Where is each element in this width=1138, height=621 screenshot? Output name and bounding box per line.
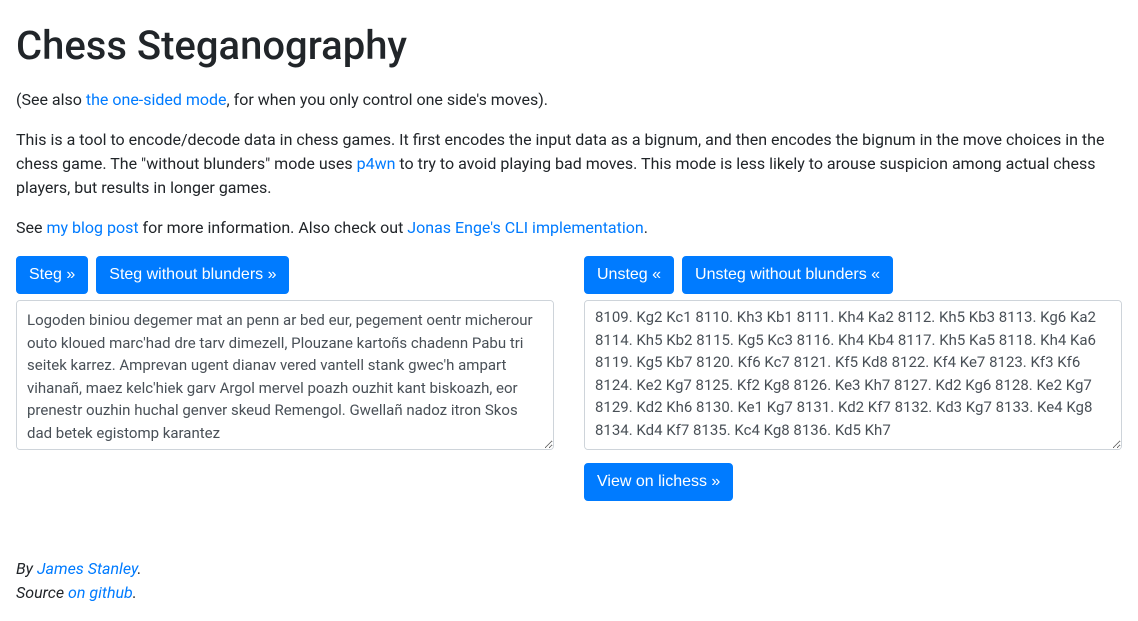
text: for more information. Also check out — [139, 218, 408, 237]
p4wn-link[interactable]: p4wn — [357, 154, 396, 173]
unsteg-without-blunders-button[interactable]: Unsteg without blunders « — [682, 256, 893, 294]
unsteg-button[interactable]: Unsteg « — [584, 256, 674, 294]
left-column: Steg » Steg without blunders » — [16, 256, 554, 507]
footer: By James Stanley. Source on github. — [16, 557, 1122, 605]
steg-button[interactable]: Steg » — [16, 256, 88, 294]
steg-button-row: Steg » Steg without blunders » — [16, 256, 554, 294]
one-sided-mode-link[interactable]: the one-sided mode — [86, 90, 227, 109]
see-also-paragraph: See my blog post for more information. A… — [16, 216, 1122, 240]
source-line: Source on github. — [16, 583, 137, 602]
text: , for when you only control one side's m… — [227, 90, 548, 109]
view-lichess-button[interactable]: View on lichess » — [584, 463, 733, 501]
lichess-row: View on lichess » — [584, 463, 1122, 501]
page-title: Chess Steganography — [16, 16, 1122, 76]
text: Source — [16, 583, 68, 602]
text: (See also — [16, 90, 86, 109]
blog-post-link[interactable]: my blog post — [46, 218, 138, 237]
input-textarea[interactable] — [16, 300, 554, 450]
text: See — [16, 218, 46, 237]
by-line: By James Stanley. — [16, 559, 142, 578]
text: By — [16, 559, 37, 578]
description-paragraph: This is a tool to encode/decode data in … — [16, 128, 1122, 200]
unsteg-button-row: Unsteg « Unsteg without blunders « — [584, 256, 1122, 294]
right-column: Unsteg « Unsteg without blunders « View … — [584, 256, 1122, 507]
github-link[interactable]: on github — [68, 583, 133, 602]
jonas-link[interactable]: Jonas Enge's CLI implementation — [407, 218, 643, 237]
text: . — [644, 218, 648, 237]
text: . — [133, 583, 137, 602]
see-also-line: (See also the one-sided mode, for when y… — [16, 88, 1122, 112]
author-link[interactable]: James Stanley — [37, 559, 138, 578]
steg-without-blunders-button[interactable]: Steg without blunders » — [96, 256, 289, 294]
pgn-textarea[interactable] — [584, 300, 1122, 450]
text: . — [137, 559, 141, 578]
